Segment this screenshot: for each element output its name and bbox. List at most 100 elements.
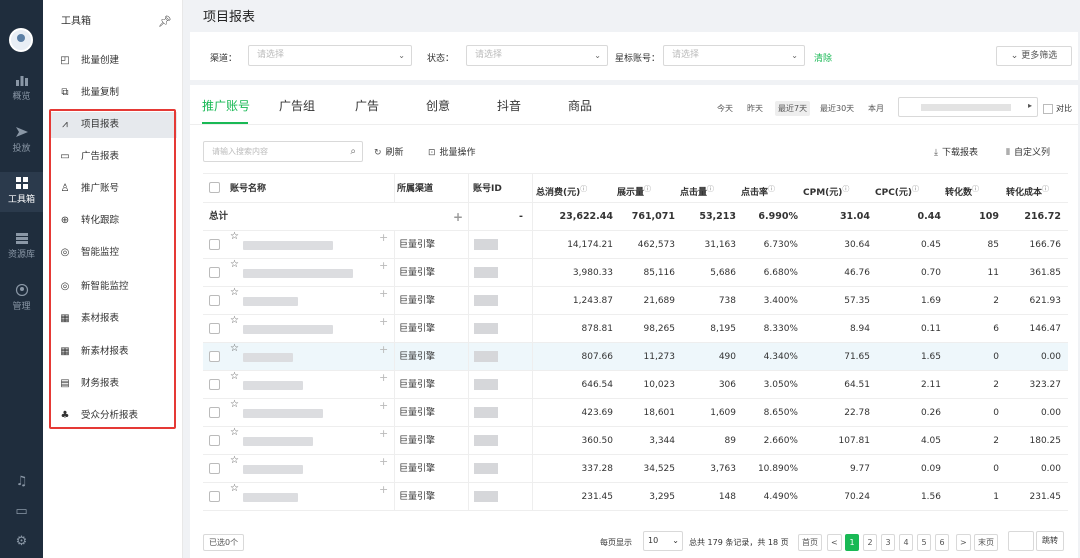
- add-icon[interactable]: +: [453, 203, 463, 231]
- tab-ad[interactable]: 广告: [355, 97, 379, 114]
- page-button[interactable]: 2: [863, 534, 877, 551]
- col-cpc[interactable]: CPC(元)ⓘ: [875, 174, 919, 204]
- batch-operation-button[interactable]: ⊡ 批量操作: [428, 145, 476, 158]
- help-icon[interactable]: ⓘ: [972, 185, 979, 193]
- row-checkbox[interactable]: [209, 379, 220, 390]
- add-icon[interactable]: +: [379, 231, 388, 244]
- clear-filter-link[interactable]: 清除: [814, 51, 832, 64]
- date-last7[interactable]: 最近7天: [775, 101, 811, 116]
- star-icon[interactable]: ☆: [230, 231, 239, 242]
- star-icon[interactable]: ☆: [230, 259, 239, 270]
- star-icon[interactable]: ☆: [230, 483, 239, 494]
- help-icon[interactable]: ⓘ: [768, 185, 775, 193]
- rail-item-toolbox[interactable]: 工具箱: [0, 172, 43, 212]
- prev-page-button[interactable]: <: [827, 534, 842, 551]
- first-page-button[interactable]: 首页: [798, 534, 822, 551]
- page-button[interactable]: 1: [845, 534, 859, 551]
- add-icon[interactable]: +: [379, 371, 388, 384]
- table-row[interactable]: ☆ + 巨量引擎 646.54 10,023 306 3.050% 64.51 2.11 2 323…: [203, 371, 1068, 399]
- add-icon[interactable]: +: [379, 455, 388, 468]
- sidebar-item[interactable]: ▦ 素材报表: [49, 306, 177, 332]
- next-page-button[interactable]: >: [956, 534, 971, 551]
- table-row[interactable]: ☆ + 巨量引擎 423.69 18,601 1,609 8.650% 22.78 0.26 0 0…: [203, 399, 1068, 427]
- pin-icon[interactable]: 📌︎: [158, 0, 172, 44]
- date-today[interactable]: 今天: [717, 103, 733, 114]
- more-filters-button[interactable]: ⌄ 更多筛选: [996, 46, 1072, 66]
- date-this-month[interactable]: 本月: [868, 103, 884, 114]
- message-icon[interactable]: ▭: [0, 504, 43, 519]
- star-icon[interactable]: ☆: [230, 455, 239, 466]
- checkbox[interactable]: [1043, 103, 1053, 114]
- col-clicks[interactable]: 点击量ⓘ: [680, 174, 714, 204]
- download-report-button[interactable]: ⤓ 下载报表: [934, 145, 978, 158]
- star-icon[interactable]: ☆: [230, 399, 239, 410]
- sidebar-item[interactable]: ⊕ 转化跟踪: [49, 208, 177, 234]
- select-all-checkbox[interactable]: [209, 182, 220, 193]
- add-icon[interactable]: +: [379, 259, 388, 272]
- last-page-button[interactable]: 末页: [974, 534, 998, 551]
- sidebar-item[interactable]: ⧉ 批量复制: [49, 80, 177, 106]
- row-checkbox[interactable]: [209, 323, 220, 334]
- add-icon[interactable]: +: [379, 427, 388, 440]
- avatar[interactable]: [9, 28, 33, 52]
- refresh-button[interactable]: ↻ 刷新: [374, 145, 404, 158]
- star-icon[interactable]: ☆: [230, 427, 239, 438]
- col-impressions[interactable]: 展示量ⓘ: [617, 174, 651, 204]
- settings-icon[interactable]: ⚙: [0, 534, 43, 549]
- add-icon[interactable]: +: [379, 343, 388, 356]
- star-icon[interactable]: ☆: [230, 371, 239, 382]
- sidebar-item[interactable]: ♣ 受众分析报表: [49, 403, 177, 429]
- row-checkbox[interactable]: [209, 407, 220, 418]
- star-account-select[interactable]: 请选择 ⌄: [663, 45, 805, 66]
- rail-item-delivery[interactable]: 投放: [0, 126, 43, 154]
- row-checkbox[interactable]: [209, 463, 220, 474]
- table-row[interactable]: ☆ + 巨量引擎 3,980.33 85,116 5,686 6.680% 46.76 0.70…: [203, 259, 1068, 287]
- col-cost-per-conv[interactable]: 转化成本ⓘ: [1006, 174, 1049, 204]
- rail-item-library[interactable]: 资源库: [0, 232, 43, 260]
- jump-page-input[interactable]: [1008, 531, 1034, 551]
- table-row[interactable]: ☆ + 巨量引擎 807.66 11,273 490 4.340% 71.65 1.65 0 0.0…: [203, 343, 1068, 371]
- row-checkbox[interactable]: [209, 351, 220, 362]
- help-icon[interactable]: ⓘ: [1042, 185, 1049, 193]
- table-row[interactable]: ☆ + 巨量引擎 1,243.87 21,689 738 3.400% 57.35 1.69 2 6…: [203, 287, 1068, 315]
- add-icon[interactable]: +: [379, 315, 388, 328]
- row-checkbox[interactable]: [209, 239, 220, 250]
- channel-select[interactable]: 请选择 ⌄: [248, 45, 412, 66]
- help-icon[interactable]: ⓘ: [912, 185, 919, 193]
- table-row[interactable]: ☆ + 巨量引擎 878.81 98,265 8,195 8.330% 8.94 0.11 6 14…: [203, 315, 1068, 343]
- help-icon[interactable]: ⓘ: [842, 185, 849, 193]
- tab-ad-group[interactable]: 广告组: [279, 97, 315, 114]
- per-page-select[interactable]: 10 ⌄: [643, 531, 683, 551]
- search-icon[interactable]: ⌕: [350, 142, 356, 161]
- page-button[interactable]: 5: [917, 534, 931, 551]
- date-range-picker[interactable]: ▸: [898, 97, 1038, 117]
- add-icon[interactable]: +: [379, 399, 388, 412]
- sidebar-item[interactable]: ◎ 新智能监控: [49, 274, 177, 300]
- help-icon[interactable]: ⓘ: [644, 185, 651, 193]
- row-checkbox[interactable]: [209, 435, 220, 446]
- rail-item-manage[interactable]: 管理: [0, 284, 43, 312]
- add-icon[interactable]: +: [379, 287, 388, 300]
- sidebar-item[interactable]: ◰ 批量创建: [49, 48, 177, 74]
- col-account-id[interactable]: 账号ID: [473, 174, 502, 204]
- custom-columns-button[interactable]: ⦀ 自定义列: [1006, 145, 1050, 158]
- star-icon[interactable]: ☆: [230, 315, 239, 326]
- table-row[interactable]: ☆ + 巨量引擎 14,174.21 462,573 31,163 6.730% 30.64 0…: [203, 231, 1068, 259]
- tab-account[interactable]: 推广账号: [202, 97, 250, 114]
- page-button[interactable]: 4: [899, 534, 913, 551]
- sidebar-item[interactable]: ▦ 新素材报表: [49, 339, 177, 365]
- row-checkbox[interactable]: [209, 267, 220, 278]
- row-checkbox[interactable]: [209, 295, 220, 306]
- tab-creative[interactable]: 创意: [426, 97, 450, 114]
- rail-item-overview[interactable]: 概览: [0, 74, 43, 102]
- page-button[interactable]: 3: [881, 534, 895, 551]
- col-spend[interactable]: 总消费(元)ⓘ: [536, 174, 587, 204]
- search-input[interactable]: 请输入搜索内容 ⌕: [203, 141, 363, 162]
- row-checkbox[interactable]: [209, 491, 220, 502]
- help-icon[interactable]: ⓘ: [580, 185, 587, 193]
- sidebar-item[interactable]: ♙ 推广账号: [49, 176, 177, 202]
- sidebar-item[interactable]: ▭ 广告报表: [49, 144, 177, 170]
- col-conversions[interactable]: 转化数ⓘ: [945, 174, 979, 204]
- tab-douyin[interactable]: 抖音: [497, 97, 521, 114]
- tab-product[interactable]: 商品: [568, 97, 592, 114]
